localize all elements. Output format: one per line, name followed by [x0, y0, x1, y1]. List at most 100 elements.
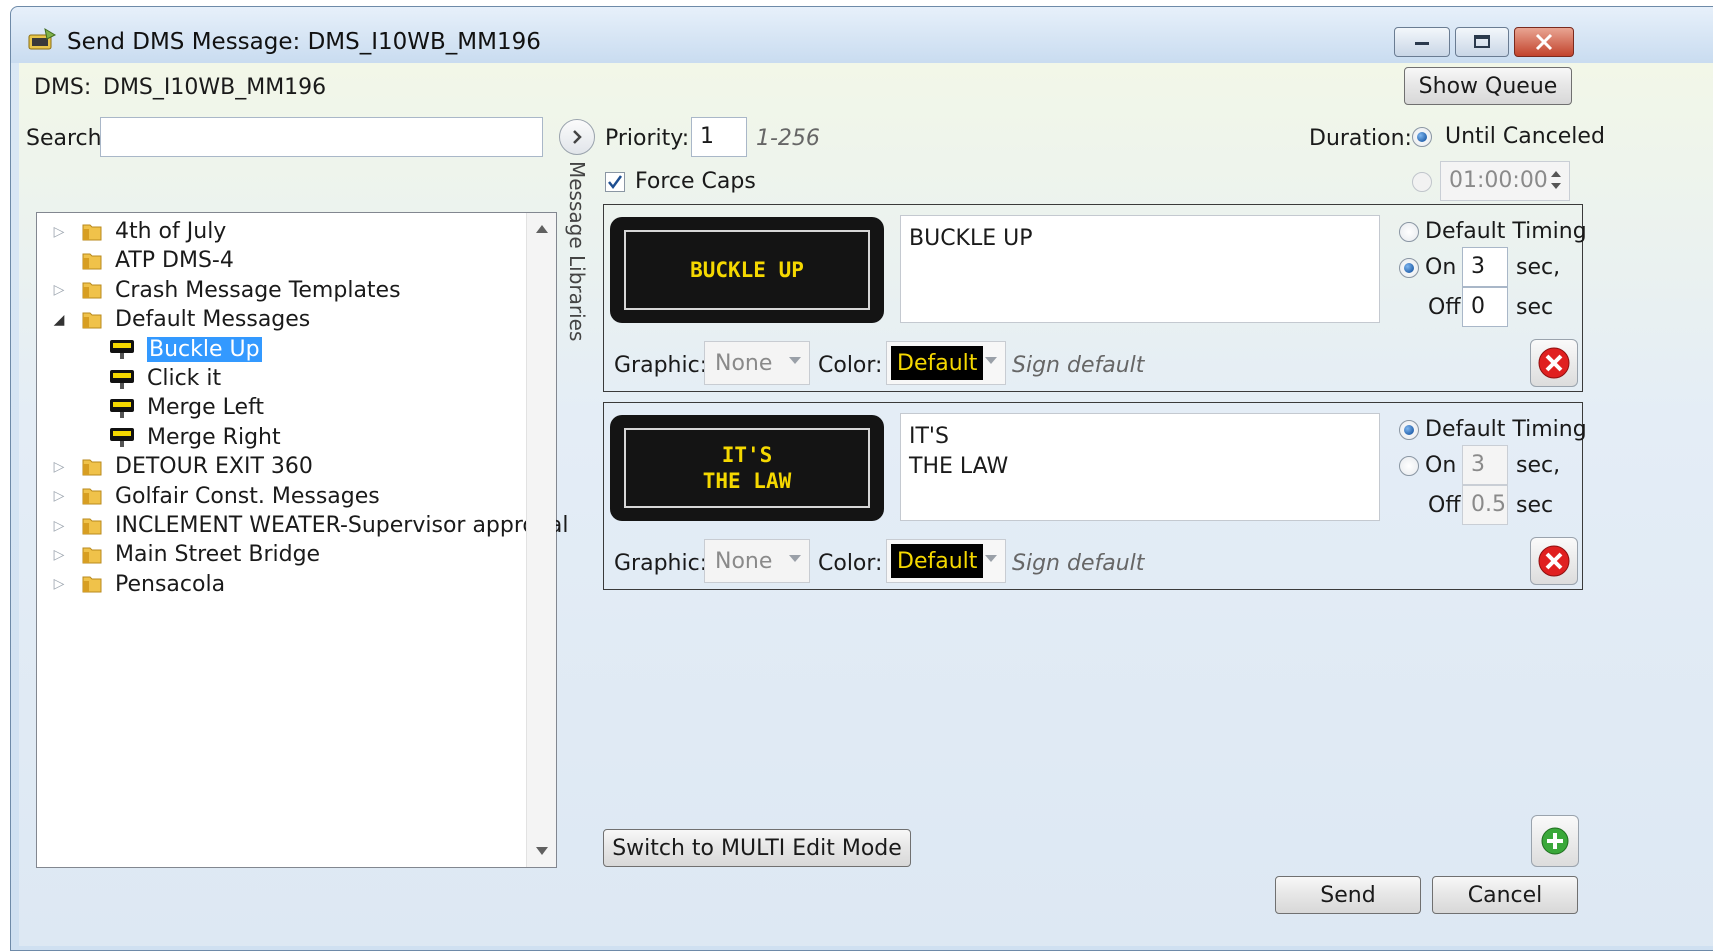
collapse-libraries-button[interactable]	[559, 119, 595, 155]
add-icon	[1541, 827, 1569, 855]
sign-default-hint: Sign default	[1012, 353, 1145, 378]
until-canceled-radio[interactable]	[1412, 127, 1432, 147]
send-button[interactable]: Send	[1275, 876, 1421, 914]
sign-default-hint: Sign default	[1012, 551, 1145, 576]
on-seconds-input[interactable]: 3	[1462, 445, 1508, 485]
color-dropdown[interactable]: Default	[886, 341, 1006, 385]
tree-scrollbar[interactable]	[526, 213, 556, 867]
tree-message-item[interactable]: Buckle Up	[109, 335, 262, 364]
tree-folder-item[interactable]: ◢ Default Messages	[51, 305, 311, 334]
tree-folder-item[interactable]: ▷ 4th of July	[51, 217, 227, 246]
color-dropdown-value: Default	[891, 346, 984, 380]
until-canceled-option[interactable]: Until Canceled	[1412, 124, 1605, 149]
duration-time-radio[interactable]	[1412, 172, 1432, 192]
priority-label: Priority:	[605, 126, 690, 151]
folder-icon	[82, 312, 102, 329]
message-text-line: BUCKLE UP	[909, 226, 1033, 251]
expand-arrow-icon[interactable]: ▷	[51, 488, 67, 504]
default-timing-radio[interactable]	[1399, 420, 1419, 440]
minimize-button[interactable]	[1394, 27, 1450, 57]
expand-arrow-icon[interactable]: ▷	[51, 459, 67, 475]
dms-message-icon	[110, 340, 134, 360]
graphic-dropdown[interactable]: None	[704, 341, 810, 385]
scroll-down-icon[interactable]	[536, 847, 548, 855]
graphic-dropdown[interactable]: None	[704, 539, 810, 583]
force-caps-checkbox[interactable]	[605, 171, 625, 192]
folder-icon	[82, 459, 102, 476]
chevron-down-icon	[985, 357, 997, 364]
delete-page-button[interactable]	[1530, 537, 1578, 585]
duration-label: Duration:	[1309, 126, 1412, 151]
delete-icon	[1538, 545, 1570, 577]
message-page-panel: IT'S THE LAW IT'S THE LAW Default Timing On 3 s…	[603, 402, 1587, 590]
cancel-button[interactable]: Cancel	[1432, 876, 1578, 914]
delete-page-button[interactable]	[1530, 339, 1578, 387]
color-dropdown[interactable]: Default	[886, 539, 1006, 583]
expand-arrow-icon[interactable]: ▷	[51, 518, 67, 534]
tree-item-label: Merge Right	[147, 424, 281, 450]
sign-preview: BUCKLE UP	[610, 217, 884, 323]
tree-folder-item[interactable]: ATP DMS-4	[51, 246, 234, 275]
on-timing-option[interactable]: On	[1399, 453, 1456, 478]
folder-icon	[82, 576, 102, 593]
dms-name: DMS_I10WB_MM196	[103, 75, 327, 100]
message-text-input[interactable]: IT'S THE LAW	[900, 413, 1380, 521]
on-unit-label: sec,	[1516, 255, 1561, 280]
tree-message-item[interactable]: Merge Left	[109, 393, 264, 422]
message-text-input[interactable]: BUCKLE UP	[900, 215, 1380, 323]
expand-arrow-icon[interactable]: ▷	[51, 224, 67, 240]
tree-item-label: Golfair Const. Messages	[115, 483, 380, 509]
tree-folder-item[interactable]: ▷ Pensacola	[51, 570, 225, 599]
search-input[interactable]	[100, 117, 543, 157]
tree-folder-item[interactable]: ▷ DETOUR EXIT 360	[51, 452, 313, 481]
priority-input[interactable]: 1	[691, 117, 747, 157]
tree-folder-item[interactable]: ▷ INCLEMENT WEATER-Supervisor approval	[51, 511, 569, 540]
tree-folder-item[interactable]: ▷ Crash Message Templates	[51, 276, 401, 305]
close-window-button[interactable]	[1514, 27, 1574, 57]
tree-item-label: DETOUR EXIT 360	[115, 454, 313, 480]
folder-icon	[82, 253, 102, 270]
expand-arrow-icon[interactable]: ▷	[51, 282, 67, 298]
tree-item-label: Pensacola	[115, 571, 226, 597]
time-spinner-icon[interactable]	[1549, 167, 1563, 193]
add-page-button[interactable]	[1531, 815, 1579, 867]
default-timing-radio[interactable]	[1399, 222, 1419, 242]
maximize-button[interactable]	[1455, 27, 1509, 57]
default-timing-label: Default Timing	[1425, 417, 1587, 442]
message-text-line: IT'S	[909, 424, 949, 449]
title-bar: Send DMS Message: DMS_I10WB_MM196	[11, 7, 1713, 63]
chevron-down-icon	[985, 555, 997, 562]
on-timing-radio[interactable]	[1399, 455, 1419, 476]
on-timing-option[interactable]: On	[1399, 255, 1456, 280]
scroll-up-icon[interactable]	[536, 225, 548, 233]
maximize-icon	[1474, 35, 1490, 48]
tree-message-item[interactable]: Merge Right	[109, 423, 281, 452]
chevron-right-icon	[573, 130, 582, 144]
off-seconds-input[interactable]: 0.5	[1462, 485, 1508, 525]
force-caps-option[interactable]: Force Caps	[605, 169, 756, 194]
message-library-tree[interactable]: ▷ 4th of July ATP DMS-4 ▷ Crash Message Temp…	[36, 212, 569, 868]
expand-arrow-icon[interactable]: ▷	[51, 576, 67, 592]
sign-preview-line: IT'S	[721, 443, 773, 467]
show-queue-button[interactable]: Show Queue	[1404, 67, 1572, 105]
default-timing-option[interactable]: Default Timing	[1399, 219, 1587, 244]
sign-preview-line: THE LAW	[702, 469, 792, 493]
switch-multi-edit-button[interactable]: Switch to MULTI Edit Mode	[603, 829, 911, 867]
tree-message-item[interactable]: Click it	[109, 364, 221, 393]
on-timing-radio[interactable]	[1399, 257, 1419, 278]
on-label: On	[1425, 453, 1457, 478]
expanded-arrow-icon[interactable]: ◢	[51, 312, 67, 328]
dms-message-icon	[110, 398, 134, 418]
tree-folder-item[interactable]: ▷ Golfair Const. Messages	[51, 482, 380, 511]
message-libraries-label: Message Libraries	[565, 161, 589, 342]
on-unit-label: sec,	[1516, 453, 1561, 478]
graphic-dropdown-value: None	[715, 350, 773, 376]
tree-folder-item[interactable]: ▷ Main Street Bridge	[51, 540, 320, 569]
tree-item-label: Click it	[147, 366, 222, 391]
default-timing-option[interactable]: Default Timing	[1399, 417, 1587, 442]
expand-arrow-icon[interactable]: ▷	[51, 547, 67, 563]
folder-icon	[82, 282, 102, 299]
off-seconds-input[interactable]: 0	[1462, 287, 1508, 327]
message-libraries-tab[interactable]: Message Libraries	[562, 161, 592, 351]
on-seconds-input[interactable]: 3	[1462, 247, 1508, 287]
